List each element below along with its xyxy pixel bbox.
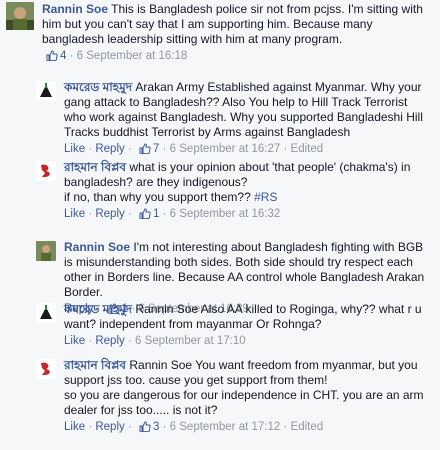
comment-author[interactable]: Rannin Soe [42, 2, 108, 16]
comment-text-paragraph: if no, than why you support them?? #RS [64, 190, 432, 205]
thumbs-up-icon [139, 421, 151, 437]
timestamp[interactable]: 6 September at 17:12 [170, 421, 281, 433]
comment-actions: Like · Reply · 7 · 6 September at 16:27 … [64, 142, 432, 159]
comment-author[interactable]: কমরেড মাহমুদ [64, 302, 132, 316]
reply-button[interactable]: Reply [95, 421, 124, 433]
comment-actions: 4 · 6 September at 16:18 [42, 49, 432, 66]
like-button[interactable]: Like [64, 143, 85, 155]
avatar-rannin-soe[interactable] [36, 241, 56, 261]
avatar-rahman-biplob[interactable] [36, 161, 56, 181]
edited-label[interactable]: Edited [291, 421, 324, 433]
comment-author[interactable]: রাহমান বিপ্লব [64, 160, 126, 174]
comment-author[interactable]: Rannin Soe [64, 240, 130, 254]
comment-thread: Rannin Soe This is Bangladesh police sir… [0, 0, 440, 450]
timestamp[interactable]: 6 September at 16:27 [170, 143, 281, 155]
comment-rahman-biplob-1: রাহমান বিপ্লব what is your opinion about… [0, 160, 440, 224]
comment-author[interactable]: রাহমান বিপ্লব [64, 358, 126, 372]
like-count[interactable]: 1 [153, 208, 159, 220]
like-count[interactable]: 4 [60, 50, 66, 62]
thumbs-up-icon [139, 208, 151, 224]
reply-button[interactable]: Reply [95, 143, 124, 155]
like-button[interactable]: Like [64, 335, 85, 347]
like-count[interactable]: 3 [153, 421, 159, 433]
thumbs-up-icon [46, 50, 58, 66]
comment-actions: Like · Reply · 3 · 6 September at 17:12 … [64, 420, 432, 437]
avatar-komred-mahmud[interactable] [36, 81, 56, 101]
comment-actions: Like · Reply · 1 · 6 September at 16:32 [64, 207, 432, 224]
avatar-rannin-soe[interactable] [6, 2, 34, 30]
timestamp[interactable]: 6 September at 16:18 [77, 50, 188, 62]
timestamp[interactable]: 6 September at 17:10 [135, 335, 246, 347]
reply-button[interactable]: Reply [95, 335, 124, 347]
avatar-rahman-biplob[interactable] [36, 359, 56, 379]
edited-label[interactable]: Edited [291, 143, 324, 155]
reply-button[interactable]: Reply [95, 208, 124, 220]
comment-text: so you are dangerous for our independenc… [64, 388, 424, 417]
comment-actions: Like · Reply · 6 September at 17:10 [64, 335, 246, 347]
comment-komred-mahmud-1: কমরেড মাহমুদ Arakan Army Established aga… [0, 80, 440, 159]
hashtag-link[interactable]: #RS [254, 190, 277, 204]
like-button[interactable]: Like [64, 421, 85, 433]
timestamp[interactable]: 6 September at 16:32 [170, 208, 281, 220]
comment-rannin-soe-1: Rannin Soe This is Bangladesh police sir… [0, 2, 440, 66]
comment-text-paragraph: so you are dangerous for our independenc… [64, 388, 432, 418]
like-button[interactable]: Like [64, 208, 85, 220]
thumbs-up-icon [139, 143, 151, 159]
comment-rahman-biplob-2: রাহমান বিপ্লব Rannin Soe You want freedo… [0, 358, 440, 437]
comment-komred-mahmud-2: কমরেড মাহমুদ Rannin Soe Also AA killed t… [0, 302, 440, 349]
avatar-komred-mahmud[interactable] [36, 303, 56, 323]
comment-author[interactable]: কমরেড মাহমুদ [64, 80, 132, 94]
comment-text: if no, than why you support them?? #RS [64, 190, 278, 204]
like-count[interactable]: 7 [153, 143, 159, 155]
